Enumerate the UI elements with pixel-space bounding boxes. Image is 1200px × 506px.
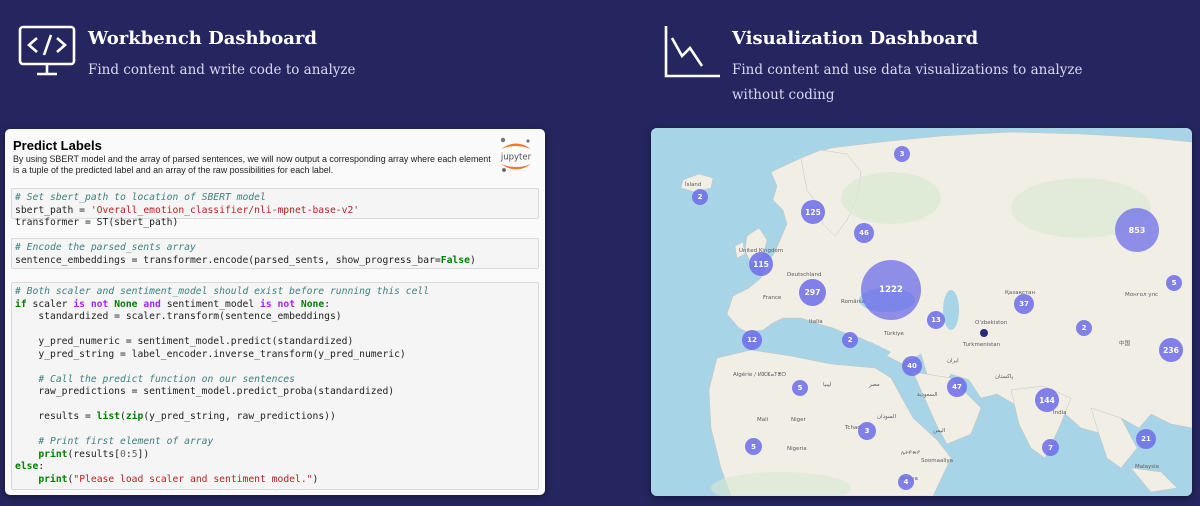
map-cluster[interactable]: 47 [947, 377, 967, 397]
place-label: ኢትዮጵያ [901, 450, 920, 456]
place-label: Türkiye [884, 331, 904, 337]
workbench-subtitle: Find content and write code to analyze [88, 62, 356, 78]
code-line: raw_predictions = sentiment_model.predic… [15, 386, 395, 397]
code-line: print(results[0:5]) [38, 448, 150, 460]
code-cell-predict[interactable]: # Both scaler and sentiment_model should… [11, 282, 539, 490]
place-label: Soomaaliya [921, 458, 954, 464]
map-cluster[interactable]: 12 [742, 330, 762, 350]
map-cluster[interactable]: 13 [927, 311, 945, 329]
code-line: standardized = scaler.transform(sentence… [15, 311, 342, 322]
code-line: if scaler is not None and sentiment_mode… [15, 298, 331, 310]
code-line: # Print first element of array [15, 436, 214, 447]
code-cell-sbert-path[interactable]: # Set sbert_path to location of SBERT mo… [11, 188, 539, 228]
map-cluster[interactable]: 37 [1014, 294, 1034, 314]
map-cluster[interactable]: 46 [854, 223, 874, 243]
map-cluster[interactable]: 4 [898, 474, 914, 490]
code-line: # Call the predict function on our sente… [15, 373, 295, 385]
place-label: India [1053, 410, 1067, 416]
place-label: Malaysia [1135, 464, 1160, 470]
code-cell-encode[interactable]: # Encode the parsed_sents array sentence_… [11, 238, 539, 269]
place-label: France [763, 295, 782, 301]
map-cluster[interactable]: 5 [1166, 275, 1182, 291]
notebook-description: By using SBERT model and the array of pa… [13, 154, 491, 175]
map-cluster[interactable]: 2 [1076, 320, 1092, 336]
map-cluster[interactable]: 3 [858, 422, 876, 440]
place-label: Algérie / ⵍⵣⵣⴰⵢⴻⵔ [733, 372, 787, 378]
map-cluster[interactable]: 853 [1115, 208, 1159, 252]
code-line: transformer = ST(sbert_path) [15, 217, 179, 228]
code-line: else: [15, 461, 45, 472]
line-chart-icon [664, 26, 720, 78]
code-line: sbert_path = 'Overall_emotion_classifier… [15, 204, 360, 216]
workbench-header: Workbench Dashboard Find content and wri… [18, 22, 448, 83]
jupyter-logo-text: jupyter [500, 153, 532, 163]
map-cluster[interactable]: 3 [894, 146, 910, 162]
place-label: السودان [877, 414, 896, 420]
place-label: السعودية [917, 392, 938, 398]
visualization-title: Visualization Dashboard [732, 28, 979, 49]
place-label: اليمن [933, 428, 946, 434]
place-label: Niger [791, 417, 806, 423]
map-cluster[interactable]: 21 [1136, 429, 1156, 449]
map-cluster[interactable]: 1222 [861, 260, 921, 320]
notebook-preview: Predict Labels By using SBERT model and … [5, 129, 545, 495]
map-cluster[interactable]: 7 [1042, 439, 1059, 456]
workbench-title: Workbench Dashboard [88, 28, 317, 49]
place-label: Монгол улс [1125, 292, 1159, 298]
map-cluster[interactable]: 236 [1159, 338, 1183, 362]
map-cluster[interactable]: 115 [749, 252, 773, 276]
place-label: Mali [757, 417, 769, 423]
place-label: پاکستان [995, 374, 1014, 380]
place-label: Ísland [685, 182, 702, 188]
place-label: Deutschland [787, 272, 822, 278]
map-cluster[interactable]: 297 [799, 279, 826, 306]
place-label: مصر [869, 382, 880, 388]
code-line: results = list(zip(y_pred_string, raw_pr… [15, 411, 336, 422]
map-cluster[interactable]: 5 [792, 380, 808, 396]
map-cluster[interactable]: 5 [745, 438, 762, 455]
code-line: # Both scaler and sentiment_model should… [15, 286, 430, 297]
notebook-title: Predict Labels [13, 138, 102, 153]
map-cluster[interactable]: 2 [692, 189, 708, 205]
map-cluster[interactable]: 2 [842, 332, 858, 348]
place-label: 中国 [1119, 341, 1131, 347]
code-line: # Set sbert_path to location of SBERT mo… [15, 192, 266, 203]
place-label: ایران [947, 358, 959, 364]
place-label: O'zbekiston [975, 320, 1008, 326]
map-base [651, 128, 1192, 496]
map-cluster[interactable]: 144 [1035, 388, 1059, 412]
place-label: România [841, 299, 866, 305]
code-line: y_pred_string = label_encoder.inverse_tr… [15, 348, 406, 360]
place-label: Nigeria [787, 446, 807, 452]
jupyter-logo-icon: jupyter [500, 137, 532, 172]
code-line: sentence_embeddings = transformer.encode… [15, 254, 476, 266]
cluster-map[interactable]: Ísland United Kingdom Deutschland France… [651, 128, 1192, 496]
map-cluster[interactable]: 125 [801, 200, 825, 224]
place-label: ليبيا [823, 382, 832, 388]
code-line: # Encode the parsed_sents array [15, 242, 196, 253]
visualization-header: Visualization Dashboard Find content and… [662, 22, 1092, 108]
code-line: y_pred_numeric = sentiment_model.predict… [15, 336, 354, 347]
map-cluster[interactable]: 40 [902, 356, 922, 376]
code-line: print("Please load scaler and sentiment … [38, 473, 319, 485]
place-label: Turkmenistan [963, 342, 1001, 348]
visualization-subtitle: Find content and use data visualizations… [732, 62, 1083, 103]
place-label: Italia [809, 319, 823, 325]
code-monitor-icon [18, 25, 76, 76]
